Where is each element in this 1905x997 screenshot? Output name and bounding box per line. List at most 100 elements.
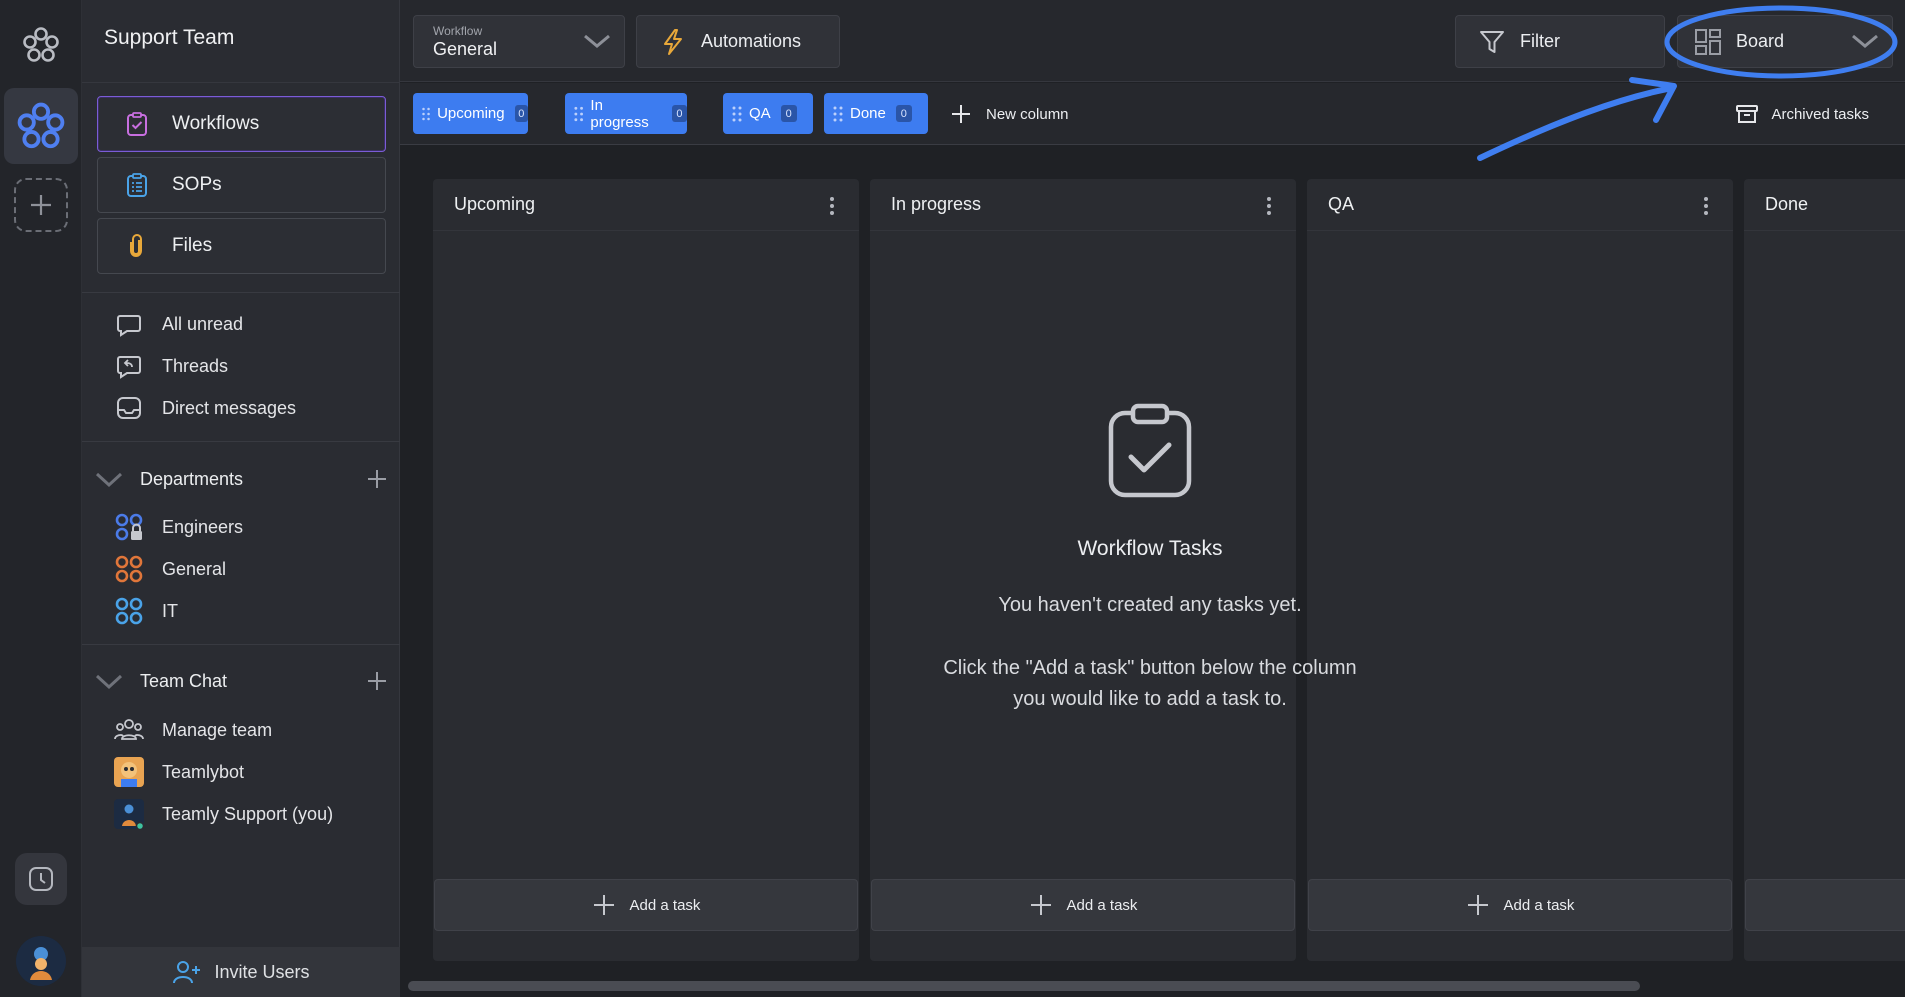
top-toolbar: Workflow General Automations Filter Boar… <box>400 0 1905 82</box>
add-workspace-button[interactable] <box>14 178 68 232</box>
column-tab-upcoming[interactable]: Upcoming 0 <box>413 93 528 134</box>
nav-label: Workflows <box>172 113 260 134</box>
more-vertical-icon[interactable] <box>1703 196 1709 216</box>
sidebar-item-it[interactable]: IT <box>114 595 178 627</box>
column-tab-in-progress[interactable]: In progress 0 <box>565 93 687 134</box>
sidebar: Support Team Workflows SOPs Files All un… <box>82 0 400 997</box>
sidebar-item-teamly-support[interactable]: Teamly Support (you) <box>114 798 333 830</box>
column-task-count: 0 <box>514 105 528 122</box>
filter-button[interactable]: Filter <box>1455 15 1665 68</box>
drag-handle-icon[interactable] <box>421 105 431 123</box>
team-chat-section-header[interactable]: Team Chat <box>94 663 388 699</box>
more-vertical-icon[interactable] <box>829 196 835 216</box>
horizontal-scrollbar[interactable] <box>408 981 1640 991</box>
nav-label: Files <box>172 235 213 256</box>
automations-label: Automations <box>701 31 802 51</box>
workflow-caption: Workflow <box>433 23 483 38</box>
divider <box>82 441 400 442</box>
clock-icon <box>29 867 53 891</box>
column-task-count: 0 <box>780 105 797 122</box>
column-title: QA <box>1328 194 1355 214</box>
chat-bubble-icon <box>114 309 144 339</box>
departments-section-header[interactable]: Departments <box>94 461 388 497</box>
archive-box-icon <box>1736 105 1759 123</box>
new-column-button[interactable]: New column <box>950 100 1069 128</box>
column-title: Upcoming <box>454 194 536 214</box>
sidebar-item-all-unread[interactable]: All unread <box>114 308 243 340</box>
sidebar-item-manage-team[interactable]: Manage team <box>114 714 272 746</box>
sidebar-item-label: Teamlybot <box>162 761 245 782</box>
automations-button[interactable]: Automations <box>636 15 840 68</box>
more-vertical-icon[interactable] <box>1266 196 1272 216</box>
plus-icon <box>1030 895 1051 915</box>
paperclip-icon <box>124 233 150 259</box>
view-select[interactable]: Board <box>1677 15 1893 68</box>
sidebar-item-direct-messages[interactable]: Direct messages <box>114 392 296 424</box>
add-task-button[interactable]: Add a task <box>434 879 858 931</box>
empty-state-hint-line: Click the "Add a task" button below the … <box>943 657 1357 679</box>
sidebar-item-label: IT <box>162 600 178 621</box>
empty-state-message: You haven't created any tasks yet. <box>998 594 1302 616</box>
add-task-label: Add a task <box>629 896 701 914</box>
lightning-icon <box>664 28 682 55</box>
teamly-logo-icon[interactable] <box>20 24 62 66</box>
plus-icon <box>593 895 614 915</box>
column-task-count: 0 <box>895 105 912 122</box>
archived-tasks-button[interactable]: Archived tasks <box>1735 100 1869 128</box>
drag-handle-icon[interactable] <box>832 105 844 123</box>
sidebar-item-label: Manage team <box>162 719 273 740</box>
plus-icon[interactable] <box>366 468 388 490</box>
section-title: Departments <box>140 468 244 489</box>
sidebar-item-teamlybot[interactable]: Teamlybot <box>114 756 244 788</box>
plus-icon[interactable] <box>366 670 388 692</box>
department-lock-icon <box>114 512 144 542</box>
sidebar-item-engineers[interactable]: Engineers <box>114 511 243 543</box>
department-icon <box>114 596 144 626</box>
chevron-down-icon[interactable] <box>94 666 124 696</box>
new-column-label: New column <box>986 105 1069 123</box>
column-tab-label: In progress <box>590 96 649 131</box>
list-clipboard-icon <box>124 172 150 198</box>
view-label: Board <box>1736 31 1785 51</box>
column-header: QA <box>1307 179 1733 231</box>
department-icon <box>114 554 144 584</box>
inbox-tray-icon <box>114 393 144 423</box>
workspace-rail <box>0 0 82 997</box>
add-task-button[interactable] <box>1745 879 1905 931</box>
user-avatar <box>114 799 144 829</box>
empty-state-hint: Click the "Add a task" button below the … <box>570 653 1730 715</box>
chevron-down-icon <box>1852 34 1878 48</box>
sidebar-item-threads[interactable]: Threads <box>114 350 228 382</box>
drag-handle-icon[interactable] <box>573 105 584 123</box>
history-button[interactable] <box>15 853 67 905</box>
user-avatar[interactable] <box>16 936 66 986</box>
sidebar-item-general[interactable]: General <box>114 553 226 585</box>
plus-icon <box>952 105 970 123</box>
add-task-label: Add a task <box>1503 896 1575 914</box>
drag-handle-icon[interactable] <box>731 105 743 123</box>
chevron-down-icon[interactable] <box>94 464 124 494</box>
nav-files[interactable]: Files <box>97 218 386 274</box>
workspace-support-team[interactable] <box>4 88 78 164</box>
column-tab-label: QA <box>749 105 771 122</box>
invite-users-button[interactable]: Invite Users <box>82 947 400 997</box>
board-column-upcoming: Upcoming Add a task <box>433 179 859 961</box>
add-task-button[interactable]: Add a task <box>871 879 1295 931</box>
column-tab-done[interactable]: Done 0 <box>824 93 928 134</box>
column-tab-label: Done <box>850 105 886 122</box>
empty-state-title: Workflow Tasks <box>1077 537 1223 560</box>
column-tab-qa[interactable]: QA 0 <box>723 93 813 134</box>
add-task-label: Add a task <box>1066 896 1138 914</box>
column-header: Upcoming <box>433 179 859 231</box>
nav-sops[interactable]: SOPs <box>97 157 386 213</box>
column-title: Done <box>1765 194 1809 214</box>
column-header: Done <box>1744 179 1905 231</box>
nav-workflows[interactable]: Workflows <box>97 96 386 152</box>
workflow-select[interactable]: Workflow General <box>413 15 625 68</box>
add-task-button[interactable]: Add a task <box>1308 879 1732 931</box>
team-title[interactable]: Support Team <box>104 26 234 50</box>
divider <box>82 292 400 293</box>
invite-label: Invite Users <box>214 961 310 982</box>
workspace-flower-icon <box>17 102 65 149</box>
sidebar-item-label: Threads <box>162 355 229 376</box>
